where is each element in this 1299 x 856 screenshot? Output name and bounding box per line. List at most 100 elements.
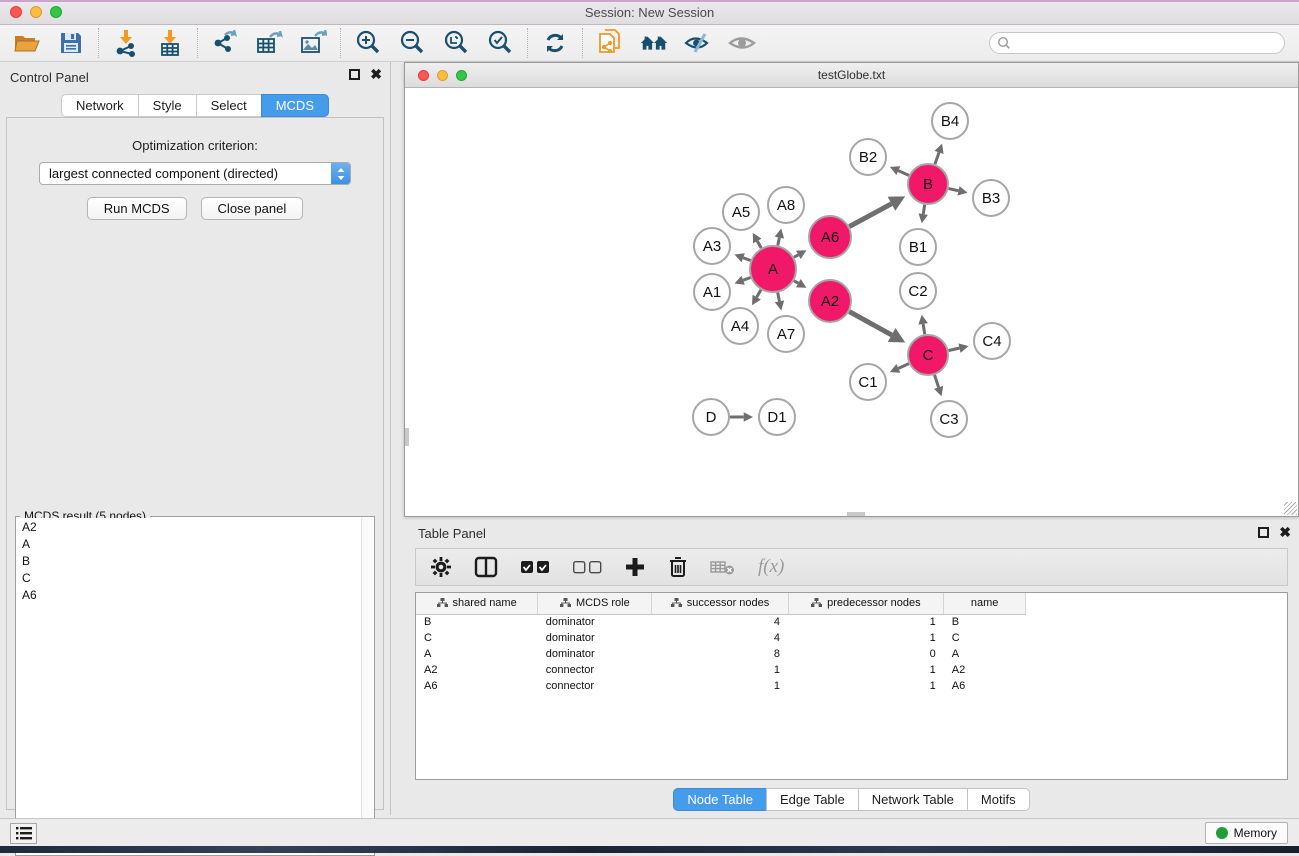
table-cell[interactable]: 1 — [652, 662, 788, 678]
refresh-icon[interactable] — [540, 28, 570, 58]
criterion-select[interactable]: largest connected component (directed) — [39, 162, 351, 185]
graph-edge-A-A7[interactable] — [778, 293, 780, 302]
graph-edge-A-A2[interactable] — [794, 281, 798, 283]
graph-edge-A-A4[interactable] — [757, 290, 761, 297]
table-cell[interactable]: 1 — [788, 630, 944, 646]
delete-icon[interactable] — [668, 556, 688, 578]
deselect-all-checkbox-icon[interactable] — [572, 559, 602, 575]
table-cell[interactable]: dominator — [538, 646, 652, 662]
table-cell[interactable]: 8 — [652, 646, 788, 662]
tab-mcds[interactable]: MCDS — [261, 94, 329, 117]
export-network-icon[interactable] — [210, 28, 240, 58]
table-cell[interactable]: B — [416, 614, 538, 630]
export-image-icon[interactable] — [298, 28, 328, 58]
mcds-result-list[interactable]: A2ABCA6 — [17, 518, 361, 854]
split-columns-icon[interactable] — [474, 556, 498, 578]
network-graph[interactable]: B4B2BB3A5A8A6A3B1AA1C2A2A4A7C4CC1C3DD1 — [405, 88, 1298, 516]
graph-edge-A-A8[interactable] — [778, 238, 780, 246]
table-cell[interactable]: 4 — [652, 614, 788, 630]
float-table-panel-icon[interactable] — [1258, 527, 1269, 538]
close-panel-icon[interactable]: ✖ — [370, 69, 382, 80]
run-mcds-button[interactable]: Run MCDS — [87, 197, 187, 220]
graph-edge-A-A5[interactable] — [757, 241, 761, 248]
tab-select[interactable]: Select — [196, 94, 261, 117]
graph-edge-A-A1[interactable] — [743, 277, 750, 280]
first-neighbors-icon[interactable] — [639, 28, 669, 58]
network-canvas[interactable]: B4B2BB3A5A8A6A3B1AA1C2A2A4A7C4CC1C3DD1 — [405, 88, 1298, 516]
mcds-result-item[interactable]: A — [17, 535, 361, 552]
search-input[interactable] — [989, 32, 1285, 54]
task-history-button[interactable] — [10, 823, 37, 844]
show-all-icon[interactable] — [727, 28, 757, 58]
graph-edge-B-B2[interactable] — [898, 171, 908, 176]
column-header-predecessor-nodes[interactable]: predecessor nodes — [788, 593, 944, 614]
table-row[interactable]: A2connector11A2 — [416, 662, 1287, 678]
mcds-result-item[interactable]: A2 — [17, 518, 361, 535]
graph-edge-C-C3[interactable] — [935, 375, 939, 387]
open-file-icon[interactable] — [12, 28, 42, 58]
table-cell[interactable]: 1 — [788, 678, 944, 694]
function-builder-icon[interactable]: f(x) — [758, 556, 784, 578]
zoom-out-icon[interactable] — [397, 28, 427, 58]
table-cell[interactable]: A — [944, 646, 1026, 662]
table-cell[interactable]: dominator — [538, 614, 652, 630]
import-network-icon[interactable] — [111, 28, 141, 58]
resize-grip[interactable] — [1284, 502, 1297, 515]
zoom-in-icon[interactable] — [353, 28, 383, 58]
graph-edge-B-B4[interactable] — [935, 152, 939, 164]
table-cell[interactable]: connector — [538, 662, 652, 678]
memory-button[interactable]: Memory — [1205, 822, 1288, 844]
table-cell[interactable]: dominator — [538, 630, 652, 646]
vertical-scroll-indicator[interactable] — [405, 428, 409, 446]
graph-edge-B-B1[interactable] — [923, 205, 924, 214]
table-cell[interactable]: A2 — [944, 662, 1026, 678]
tab-node-table[interactable]: Node Table — [673, 788, 766, 811]
gear-icon[interactable] — [430, 556, 452, 578]
graph-edge-A-A6[interactable] — [794, 255, 798, 257]
import-table-icon[interactable] — [155, 28, 185, 58]
table-row[interactable]: Cdominator41C — [416, 630, 1287, 646]
mcds-result-item[interactable]: A6 — [17, 586, 361, 603]
hide-selected-icon[interactable] — [683, 28, 713, 58]
table-cell[interactable]: A — [416, 646, 538, 662]
table-cell[interactable]: C — [416, 630, 538, 646]
graph-edge-C-C1[interactable] — [898, 364, 908, 369]
table-cell[interactable]: 4 — [652, 630, 788, 646]
table-cell[interactable]: 1 — [788, 614, 944, 630]
node-table[interactable]: shared nameMCDS rolesuccessor nodesprede… — [415, 592, 1288, 780]
zoom-fit-icon[interactable] — [441, 28, 471, 58]
table-cell[interactable]: A6 — [416, 678, 538, 694]
column-header-successor-nodes[interactable]: successor nodes — [652, 593, 788, 614]
table-cell[interactable]: C — [944, 630, 1026, 646]
network-window-titlebar[interactable]: testGlobe.txt — [405, 63, 1298, 88]
tab-motifs[interactable]: Motifs — [967, 788, 1030, 811]
table-row[interactable]: Adominator80A — [416, 646, 1287, 662]
table-cell[interactable]: A6 — [944, 678, 1026, 694]
graph-edge-C-C2[interactable] — [923, 324, 925, 334]
mcds-result-item[interactable]: C — [17, 569, 361, 586]
select-all-checkbox-icon[interactable] — [520, 559, 550, 575]
export-table-icon[interactable] — [254, 28, 284, 58]
table-cell[interactable]: 0 — [788, 646, 944, 662]
column-header-shared-name[interactable]: shared name — [416, 593, 538, 614]
add-column-icon[interactable] — [624, 556, 646, 578]
zoom-selected-icon[interactable] — [485, 28, 515, 58]
save-session-icon[interactable] — [56, 28, 86, 58]
tab-edge-table[interactable]: Edge Table — [766, 788, 858, 811]
column-header-name[interactable]: name — [944, 593, 1026, 614]
table-cell[interactable]: connector — [538, 678, 652, 694]
mcds-result-item[interactable]: B — [17, 552, 361, 569]
table-cell[interactable]: 1 — [788, 662, 944, 678]
close-panel-button[interactable]: Close panel — [201, 197, 304, 220]
tab-network-table[interactable]: Network Table — [858, 788, 967, 811]
float-panel-icon[interactable] — [349, 69, 360, 80]
table-cell[interactable]: B — [944, 614, 1026, 630]
graph-edge-A6-B[interactable] — [849, 204, 891, 227]
tab-network[interactable]: Network — [61, 94, 138, 117]
mcds-result-scrollbar[interactable] — [361, 518, 373, 854]
graph-edge-A2-C[interactable] — [849, 312, 891, 335]
graph-edge-C-C4[interactable] — [949, 348, 960, 350]
table-row[interactable]: A6connector11A6 — [416, 678, 1287, 694]
table-cell[interactable]: 1 — [652, 678, 788, 694]
close-table-panel-icon[interactable]: ✖ — [1279, 527, 1291, 538]
